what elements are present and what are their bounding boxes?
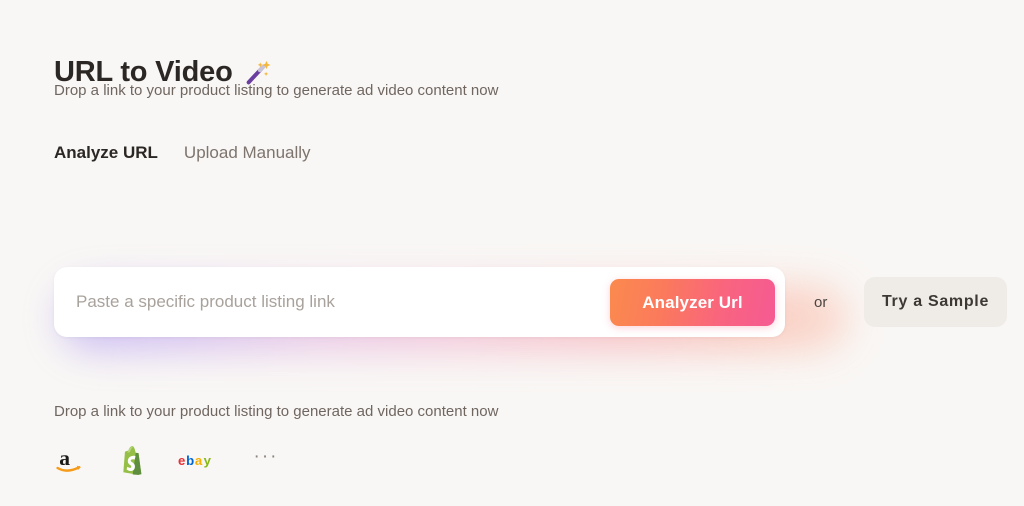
svg-text:y: y bbox=[204, 452, 212, 467]
svg-text:b: b bbox=[186, 452, 194, 467]
page-subtitle: Drop a link to your product listing to g… bbox=[54, 82, 499, 99]
footer-note: Drop a link to your product listing to g… bbox=[54, 403, 499, 420]
ebay-logo[interactable]: e b a y bbox=[178, 443, 222, 477]
amazon-logo[interactable]: a bbox=[56, 443, 88, 477]
url-input-row: Analyzer Url or Try a Sample bbox=[54, 267, 1007, 351]
or-separator: or bbox=[814, 293, 828, 311]
analyze-url-button[interactable]: Analyzer Url bbox=[610, 279, 775, 326]
tab-upload-manually[interactable]: Upload Manually bbox=[184, 141, 311, 165]
svg-text:a: a bbox=[59, 446, 70, 470]
svg-text:e: e bbox=[178, 452, 185, 467]
url-input-card: Analyzer Url bbox=[54, 267, 785, 337]
try-a-sample-button[interactable]: Try a Sample bbox=[864, 277, 1007, 327]
shopify-logo[interactable] bbox=[118, 443, 148, 477]
tab-analyze-url[interactable]: Analyze URL bbox=[54, 141, 158, 165]
url-to-video-page: URL to Video Drop a link to your product… bbox=[0, 0, 1024, 506]
mode-tabs: Analyze URL Upload Manually bbox=[54, 141, 311, 165]
svg-text:a: a bbox=[195, 452, 203, 467]
more-brands-ellipsis[interactable]: ··· bbox=[252, 440, 280, 480]
supported-platforms: a e b a y ··· bbox=[56, 441, 280, 479]
url-input[interactable] bbox=[76, 267, 646, 337]
